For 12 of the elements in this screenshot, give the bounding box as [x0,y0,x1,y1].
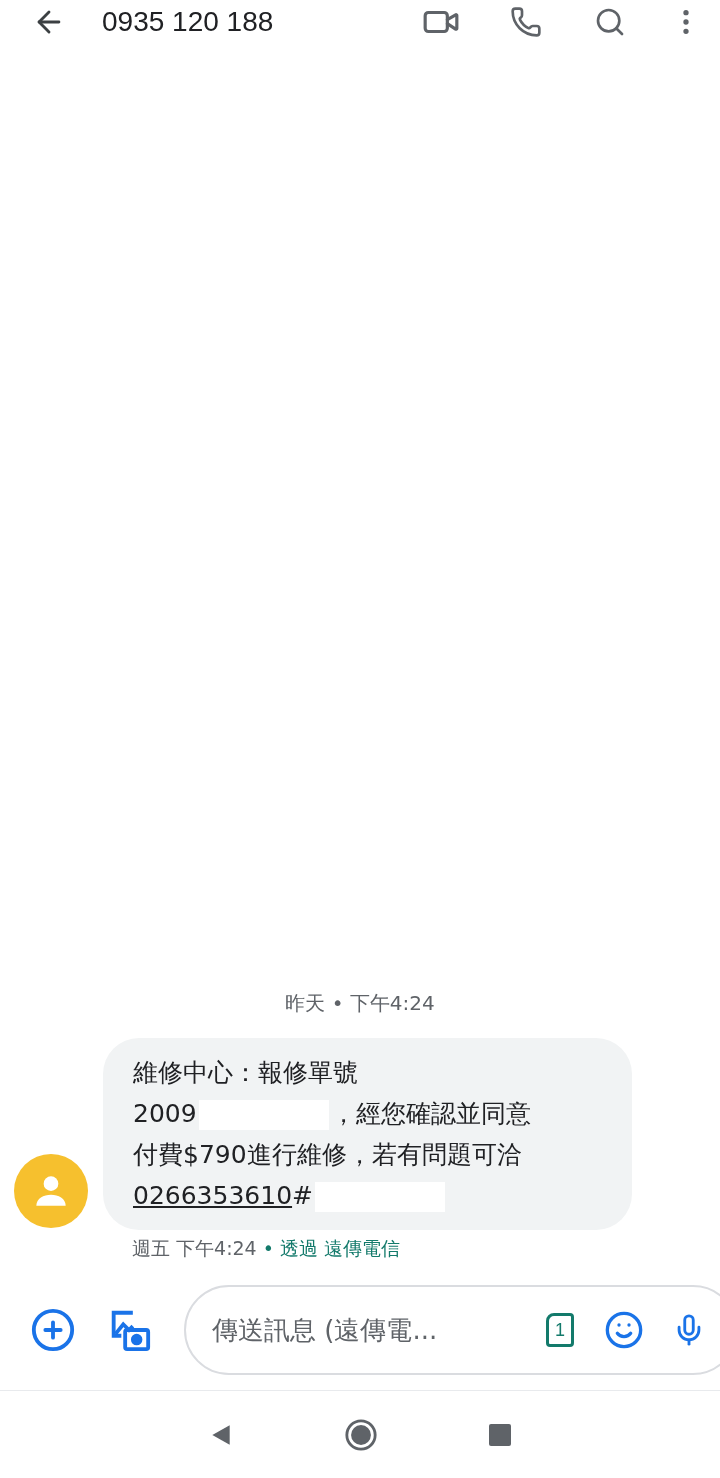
message-input[interactable]: 傳送訊息 (遠傳電... 1 [184,1285,720,1375]
message-text: ，經您確認並同意 [330,1098,531,1128]
message-text: 維修中心：報修單號 [133,1057,358,1087]
message-time: 週五 下午4:24 [132,1235,257,1261]
date-divider: 昨天 • 下午4:24 [285,989,435,1017]
contact-title: 0935 120 188 [102,5,275,39]
message-text: # [292,1180,313,1210]
message-text: 付費$790進行維修，若有問題可洽 [133,1139,522,1169]
carrier-label: • 透過 遠傳電信 [262,1235,400,1261]
message-text: 2009 [133,1098,197,1128]
phone-link[interactable]: 0266353610 [133,1180,293,1210]
sim-badge[interactable]: 1 [546,1313,574,1347]
